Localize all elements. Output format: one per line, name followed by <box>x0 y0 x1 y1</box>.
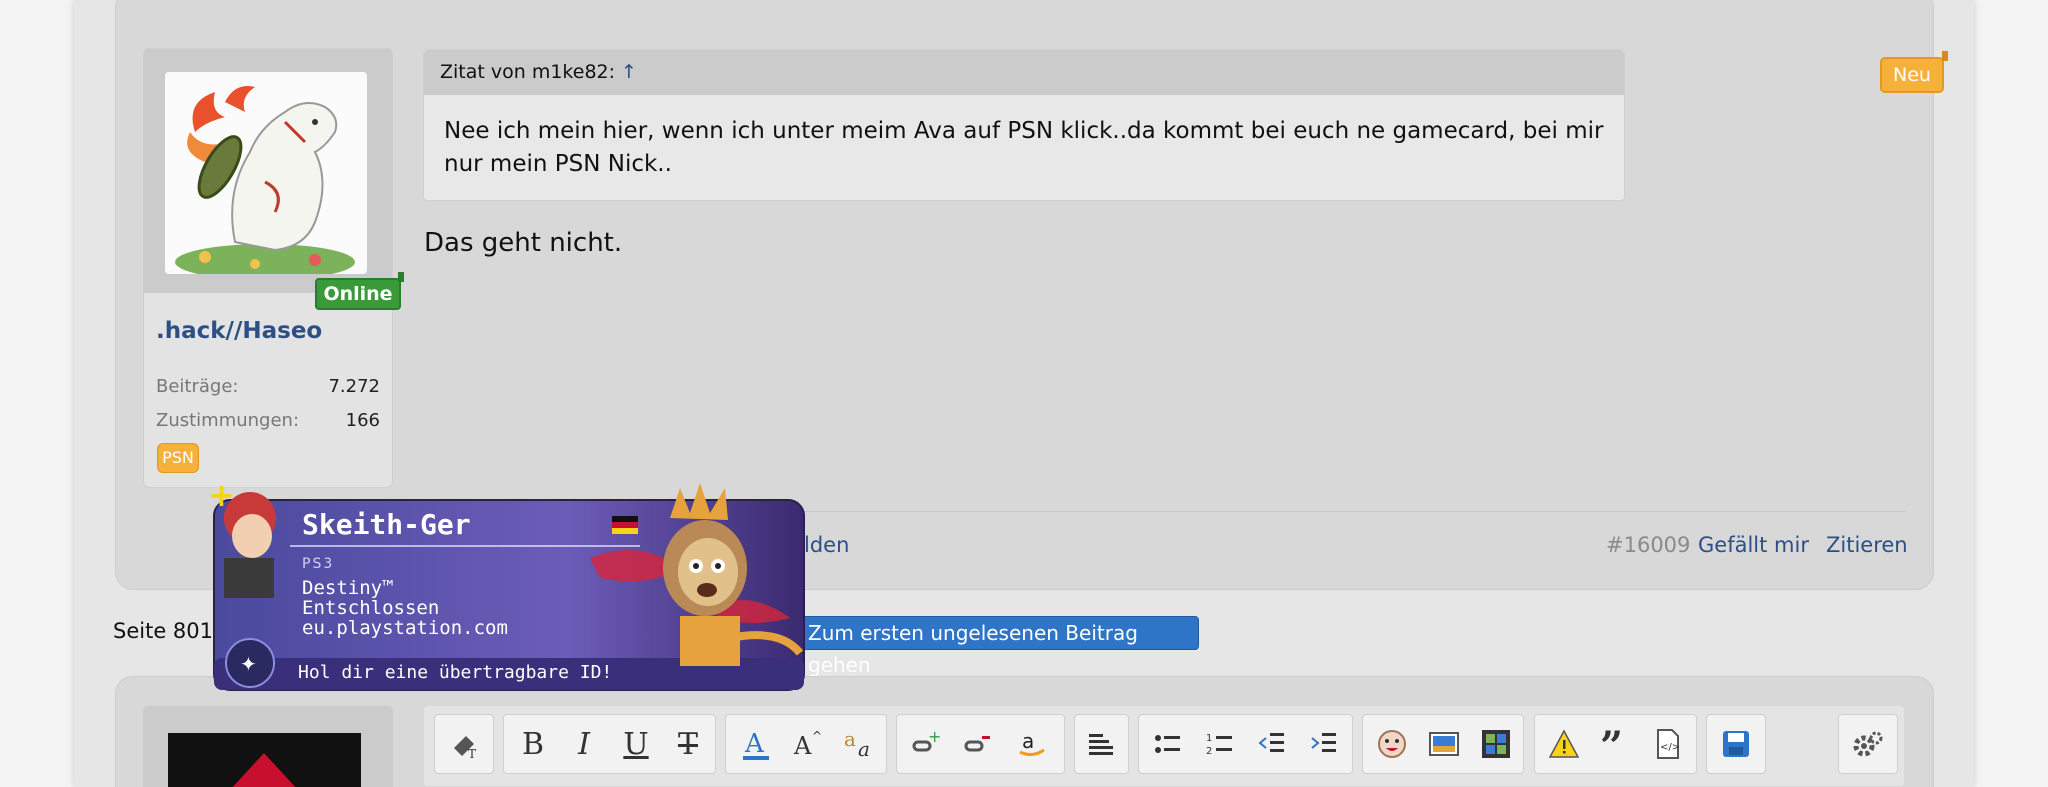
psn-mood: Entschlossen <box>302 597 440 619</box>
remove-link-icon[interactable] <box>956 720 1000 768</box>
italic-icon[interactable]: I <box>562 720 606 768</box>
psn-platform: PS3 <box>302 556 335 572</box>
align-icon[interactable] <box>1079 720 1123 768</box>
indent-icon[interactable] <box>1302 720 1346 768</box>
svg-text:A: A <box>793 732 812 760</box>
posts-count: 7.272 <box>328 376 380 397</box>
font-family-icon[interactable]: aa <box>838 720 882 768</box>
font-size-icon[interactable]: A ^ <box>786 720 830 768</box>
psn-id: Skeith-Ger <box>302 508 471 541</box>
psn-badge[interactable]: PSN <box>157 443 199 473</box>
quote-link[interactable]: Zitieren <box>1826 533 1908 557</box>
media-icon[interactable] <box>1474 720 1518 768</box>
smilies-icon[interactable] <box>1370 720 1414 768</box>
svg-text:T: T <box>468 747 476 760</box>
online-status-badge: Online <box>315 272 404 310</box>
bullet-list-icon[interactable] <box>1146 720 1190 768</box>
warning-icon[interactable] <box>1542 720 1586 768</box>
svg-text:a: a <box>858 737 870 760</box>
quote-header: Zitat von m1ke82: ↑ <box>424 50 1624 95</box>
psn-site: eu.playstation.com <box>302 617 508 639</box>
amazon-icon[interactable]: a <box>1010 720 1054 768</box>
psn-game: Destiny™ <box>302 577 394 599</box>
likes-count: 166 <box>345 410 380 431</box>
code-icon[interactable]: </> <box>1646 720 1690 768</box>
likes-label: Zustimmungen: <box>156 410 300 431</box>
remove-format-icon[interactable]: T <box>442 720 486 768</box>
svg-text:a: a <box>844 728 856 751</box>
quote-icon[interactable]: ” <box>1594 720 1638 768</box>
svg-text:+: + <box>928 728 941 746</box>
numbered-list-icon[interactable]: 12 <box>1198 720 1242 768</box>
post-username[interactable]: .hack//Haseo <box>156 318 322 344</box>
report-link[interactable]: lden <box>804 533 849 557</box>
save-draft-icon[interactable] <box>1714 720 1758 768</box>
avatar-logo-icon <box>168 733 361 787</box>
svg-text:”: ” <box>1600 730 1623 758</box>
post-message: Das geht nicht. <box>424 228 623 258</box>
svg-text:✦: ✦ <box>240 652 257 676</box>
quote-author: Zitat von m1ke82: <box>440 61 616 83</box>
svg-text:^: ^ <box>812 729 822 743</box>
posts-label: Beiträge: <box>156 376 239 397</box>
quote-text: Nee ich mein hier, wenn ich unter meim A… <box>444 118 1604 177</box>
strikethrough-icon[interactable]: T <box>666 720 710 768</box>
font-color-icon[interactable]: A <box>733 720 777 768</box>
svg-text:A: A <box>744 729 765 759</box>
svg-text:a: a <box>1022 729 1034 753</box>
avatar[interactable] <box>165 72 367 274</box>
quote-block: Zitat von m1ke82: ↑ Nee ich mein hier, we… <box>423 49 1625 201</box>
like-link[interactable]: Gefällt mir <box>1698 533 1809 557</box>
psn-footer[interactable]: Hol dir eine übertragbare ID! <box>298 662 612 683</box>
svg-text:</>: </> <box>1660 742 1680 753</box>
image-icon[interactable] <box>1422 720 1466 768</box>
psn-gamecard[interactable]: + ✦ Skeith-Ger PS3 Destiny™ Entschlossen… <box>208 476 810 694</box>
svg-text:+: + <box>210 478 235 514</box>
underline-icon[interactable]: U <box>614 720 658 768</box>
new-badge: Neu <box>1880 51 1948 93</box>
settings-gear-icon[interactable] <box>1846 720 1890 768</box>
svg-text:2: 2 <box>1206 746 1212 757</box>
editor-avatar <box>168 733 361 787</box>
outdent-icon[interactable] <box>1250 720 1294 768</box>
bold-icon[interactable]: B <box>511 720 555 768</box>
first-unread-button[interactable]: Zum ersten ungelesenen Beitrag gehen <box>801 616 1199 677</box>
post-number[interactable]: #16009 <box>1606 533 1690 557</box>
jump-to-quote-icon[interactable]: ↑ <box>621 61 637 83</box>
insert-link-icon[interactable]: + <box>904 720 948 768</box>
wolf-avatar-icon <box>165 72 367 274</box>
svg-text:1: 1 <box>1206 733 1212 744</box>
